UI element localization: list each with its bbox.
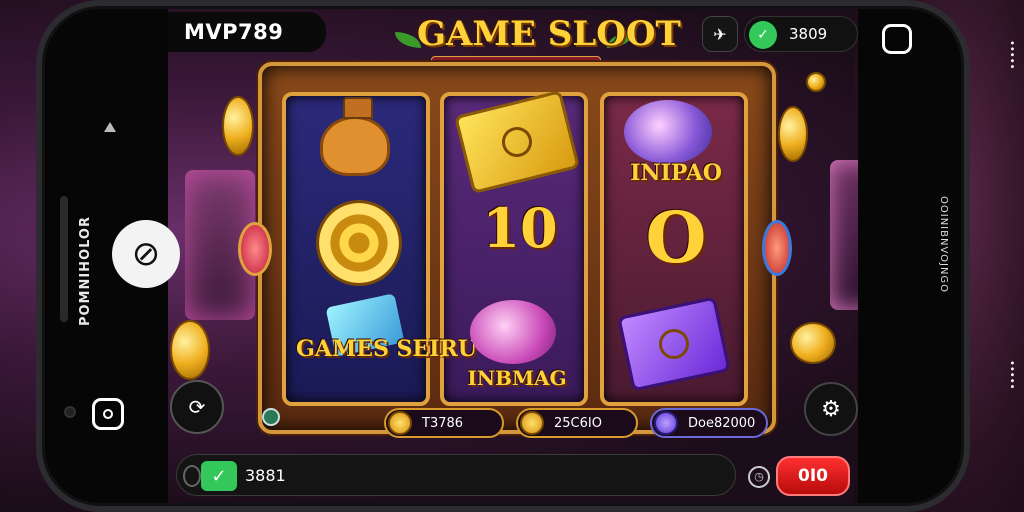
home-button-icon[interactable] (92, 398, 124, 430)
pill-stat-3[interactable]: Doe82000 (650, 408, 768, 438)
logo-title: GAME SLOOT (417, 14, 681, 54)
pill-value: T3786 (422, 416, 464, 431)
small-green-icon (262, 408, 280, 426)
o-symbol-text: O (645, 196, 707, 279)
timer-icon[interactable]: ◷ (748, 466, 770, 488)
right-gem-icon (762, 220, 792, 276)
coin-icon (520, 411, 544, 435)
fullscreen-icon[interactable] (882, 24, 912, 54)
triangle-icon (104, 122, 116, 132)
coin-icon: ✓ (749, 21, 777, 49)
gem-icon (654, 411, 678, 435)
compass-icon[interactable]: ⊘ (112, 220, 180, 288)
edge-label-top: ••••• (1006, 40, 1017, 70)
bullseye-symbol-icon (316, 200, 402, 286)
candy-symbol-icon (470, 300, 556, 364)
inipao-symbol-text: INIPAO (630, 160, 722, 186)
coin-icon (388, 411, 412, 435)
left-gem-icon (238, 222, 272, 276)
spin-arrow-button[interactable]: ⟳ (170, 380, 224, 434)
pill-stat-2[interactable]: 25C6IO (516, 408, 638, 438)
balance-value: 3809 (789, 25, 828, 43)
edge-label-bottom: ••••• (1006, 360, 1017, 390)
settings-button[interactable]: ⚙ (804, 382, 858, 436)
phone-side-button[interactable] (60, 196, 68, 322)
pill-value: 25C6IO (554, 416, 602, 431)
pill-stat-1[interactable]: T3786 (384, 408, 504, 438)
send-icon[interactable]: ✈ (702, 16, 738, 52)
candy-swirl-symbol-icon (624, 100, 712, 164)
balance-display[interactable]: ✓ 3809 (744, 16, 858, 52)
bottom-bar: ✓ 3881 (176, 454, 736, 496)
checkmark-icon[interactable]: ✓ (201, 461, 237, 491)
right-vertical-label: OOINIBNVOJNGO (938, 196, 949, 294)
ten-symbol-text: 10 (482, 196, 558, 260)
indicator-icon (183, 465, 201, 487)
camera-dot-icon (64, 406, 76, 418)
credit-value: 3881 (245, 466, 286, 485)
side-label: POMNIHOLOR (78, 216, 93, 327)
brand-name[interactable]: MVP789 (184, 20, 283, 44)
fox-symbol-icon (300, 96, 410, 196)
games-symbol-text: GAMES SEIRU (296, 336, 477, 362)
bet-button[interactable]: 0I0 (776, 456, 850, 496)
pill-value: Doe82000 (688, 416, 756, 431)
inbmag-symbol-text: INBMAG (467, 366, 567, 390)
